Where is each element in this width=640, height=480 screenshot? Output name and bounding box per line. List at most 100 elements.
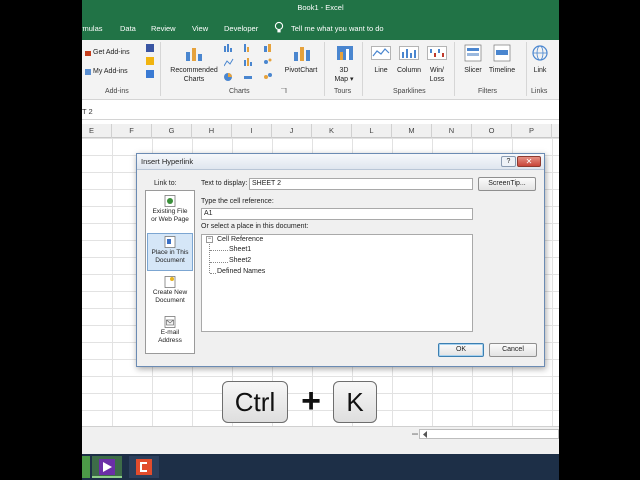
email-icon xyxy=(164,316,176,328)
link-to-label: Link to: xyxy=(154,180,177,187)
tree-sheet1[interactable]: Sheet1 xyxy=(229,246,251,253)
recommended-charts-icon xyxy=(186,48,202,61)
bing-maps-icon[interactable] xyxy=(146,57,154,65)
column-header[interactable]: L xyxy=(352,124,392,138)
tours-group-label: Tours xyxy=(334,88,352,95)
collapse-toggle[interactable]: − xyxy=(206,236,213,243)
k-key: K xyxy=(333,381,377,423)
cell-reference-label: Type the cell reference: xyxy=(201,198,274,205)
column-headers: E F G H I J K L M N O P xyxy=(82,124,559,138)
help-button[interactable]: ? xyxy=(501,156,516,167)
link-to-place-in-document[interactable]: Place in This Document xyxy=(147,233,193,271)
visio-icon[interactable] xyxy=(146,44,154,52)
column-header[interactable]: M xyxy=(392,124,432,138)
column-header[interactable]: J xyxy=(272,124,312,138)
scroll-track[interactable] xyxy=(419,429,559,439)
chart-type-icons[interactable] xyxy=(224,44,284,84)
people-graph-icon[interactable] xyxy=(146,70,154,78)
dialog-title-bar: Insert Hyperlink ? ✕ xyxy=(137,154,544,170)
slicer-button[interactable]: Slicer xyxy=(459,66,487,75)
slicer-icon xyxy=(464,44,482,62)
tree-cell-reference[interactable]: Cell Reference xyxy=(217,236,263,243)
recommended-charts-button[interactable]: Recommended Charts xyxy=(166,66,222,84)
tab-review[interactable]: Review xyxy=(151,24,176,33)
ok-button[interactable]: OK xyxy=(438,343,484,357)
taskbar-app-icon[interactable] xyxy=(82,456,90,478)
taskbar-app-camtasia[interactable] xyxy=(129,456,159,478)
ribbon-tabs: rmulas Data Review View Developer Tell m… xyxy=(82,18,559,40)
timeline-button[interactable]: Timeline xyxy=(485,66,519,75)
cancel-button[interactable]: Cancel xyxy=(489,343,537,357)
link-to-panel: Existing File or Web Page Place in This … xyxy=(145,190,195,354)
link-button[interactable]: Link xyxy=(528,66,552,75)
timeline-icon xyxy=(493,44,511,62)
dialog-launcher-icon[interactable] xyxy=(281,88,287,94)
sheet-nav-icon[interactable] xyxy=(411,430,419,438)
charts-group-label: Charts xyxy=(229,88,250,95)
column-header[interactable]: H xyxy=(192,124,232,138)
new-document-icon xyxy=(164,276,176,288)
column-header[interactable]: K xyxy=(312,124,352,138)
status-bar xyxy=(82,440,559,454)
pivotchart-icon xyxy=(294,47,310,61)
sparklines-group-label: Sparklines xyxy=(393,88,426,95)
3d-map-button[interactable]: 3D Map ▾ xyxy=(328,66,360,84)
sparkline-column-button[interactable]: Column xyxy=(393,66,425,75)
column-header[interactable]: N xyxy=(432,124,472,138)
tree-sheet2[interactable]: Sheet2 xyxy=(229,257,251,264)
title-bar: Book1 - Excel xyxy=(82,0,559,18)
sparkline-winloss-button[interactable]: Win/ Loss xyxy=(423,66,451,84)
get-addins-button[interactable]: Get Add-ins xyxy=(93,49,130,56)
select-place-label: Or select a place in this document: xyxy=(201,223,309,230)
taskbar xyxy=(82,454,559,480)
globe-file-icon xyxy=(164,195,176,207)
tree-defined-names[interactable]: Defined Names xyxy=(217,268,265,275)
column-header[interactable]: O xyxy=(472,124,512,138)
text-to-display-input[interactable]: SHEET 2 xyxy=(249,178,473,190)
link-to-existing-file[interactable]: Existing File or Web Page xyxy=(147,193,193,231)
store-icon xyxy=(85,51,91,56)
tab-formulas[interactable]: rmulas xyxy=(82,24,103,33)
sparkline-line-icon xyxy=(371,46,391,60)
cell-reference-input[interactable]: A1 xyxy=(201,208,473,220)
tell-me-search[interactable]: Tell me what you want to do xyxy=(291,24,384,33)
ctrl-key: Ctrl xyxy=(222,381,288,423)
tab-view[interactable]: View xyxy=(192,24,208,33)
plus-sign: + xyxy=(301,382,321,420)
globe-link-icon xyxy=(532,45,548,61)
addins-group-label: Add-ins xyxy=(105,88,129,95)
column-header[interactable]: E xyxy=(82,124,112,138)
scroll-left-icon[interactable] xyxy=(422,431,428,438)
column-header[interactable]: F xyxy=(112,124,152,138)
sparkline-line-button[interactable]: Line xyxy=(367,66,395,75)
column-header[interactable]: G xyxy=(152,124,192,138)
my-addins-button[interactable]: My Add-ins xyxy=(93,68,128,75)
excel-window: Book1 - Excel rmulas Data Review View De… xyxy=(82,0,559,480)
link-to-email-address[interactable]: E-mail Address xyxy=(147,314,193,352)
formula-bar: T 2 xyxy=(82,104,559,120)
column-header[interactable]: P xyxy=(512,124,552,138)
addins-icon xyxy=(85,69,91,75)
column-header[interactable]: I xyxy=(232,124,272,138)
camtasia-icon xyxy=(136,459,152,475)
tab-developer[interactable]: Developer xyxy=(224,24,258,33)
3d-map-icon xyxy=(337,46,353,60)
taskbar-app-video-editor[interactable] xyxy=(92,456,122,478)
filters-group-label: Filters xyxy=(478,88,498,95)
pivotchart-button[interactable]: PivotChart xyxy=(280,66,322,75)
screentip-button[interactable]: ScreenTip... xyxy=(478,177,536,191)
tab-data[interactable]: Data xyxy=(120,24,136,33)
link-to-create-new-document[interactable]: Create New Document xyxy=(147,274,193,312)
video-editor-icon xyxy=(99,459,115,475)
sparkline-column-icon xyxy=(399,46,419,60)
lightbulb-icon xyxy=(274,21,284,33)
ribbon: Get Add-ins My Add-ins Add-ins Recommend… xyxy=(82,40,559,100)
close-button[interactable]: ✕ xyxy=(517,156,541,167)
insert-hyperlink-dialog: Insert Hyperlink ? ✕ Link to: Text to di… xyxy=(136,153,545,367)
text-to-display-label: Text to display: xyxy=(201,180,248,187)
name-box[interactable]: T 2 xyxy=(82,107,93,116)
horizontal-scrollbar[interactable] xyxy=(82,426,559,440)
place-tree: − Cell Reference Sheet1 Sheet2 Defined N… xyxy=(201,234,473,332)
links-group-label: Links xyxy=(531,88,548,95)
sparkline-winloss-icon xyxy=(427,46,447,60)
